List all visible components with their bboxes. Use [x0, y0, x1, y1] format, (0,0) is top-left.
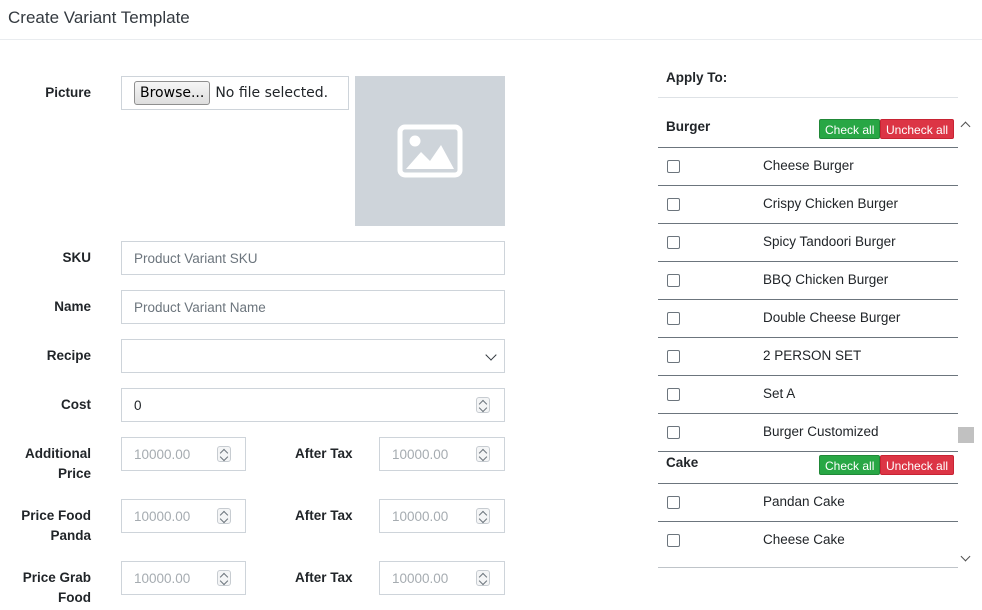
uncheck-all-button[interactable]: Uncheck all [880, 119, 955, 139]
additional-price-value: 10000.00 [134, 446, 191, 462]
picture-label: Picture [45, 85, 91, 100]
group-name: Burger [666, 119, 711, 134]
price-food-panda-label: Price Food Panda [0, 506, 91, 546]
browse-button[interactable]: Browse... [134, 81, 211, 105]
item-checkbox[interactable] [667, 198, 680, 211]
additional-price-label-line2: Price [57, 466, 91, 481]
cost-value: 0 [134, 397, 142, 413]
additional-after-tax-input[interactable]: 10000.00 [379, 437, 505, 471]
item-name: Spicy Tandoori Burger [763, 234, 896, 249]
item-name: Pandan Cake [763, 494, 845, 509]
grab-food-after-tax-input[interactable]: 10000.00 [379, 561, 505, 595]
group-header: Burger Check all Uncheck all [658, 116, 958, 148]
cost-label: Cost [61, 397, 91, 412]
grab-food-after-tax-value: 10000.00 [392, 570, 449, 586]
page-title: Create Variant Template [8, 8, 190, 27]
group-header: Cake Check all Uncheck all [658, 452, 958, 484]
item-name: Crispy Chicken Burger [763, 196, 899, 211]
item-checkbox[interactable] [667, 160, 680, 173]
check-all-button[interactable]: Check all [819, 119, 881, 139]
apply-to-scrollbar[interactable] [958, 116, 974, 568]
apply-to-divider [658, 97, 958, 98]
item-name: 2 PERSON SET [763, 348, 862, 363]
spinner-icon[interactable] [217, 508, 231, 524]
item-name: Set A [763, 386, 796, 401]
scroll-up-icon[interactable] [960, 121, 971, 132]
grab-food-after-tax-label: After Tax [295, 570, 353, 585]
item-checkbox[interactable] [667, 388, 680, 401]
price-food-panda-value: 10000.00 [134, 508, 191, 524]
list-item[interactable]: Set A [658, 376, 958, 414]
group-name: Cake [666, 455, 699, 470]
item-name: BBQ Chicken Burger [763, 272, 889, 287]
list-item[interactable]: 2 PERSON SET [658, 338, 958, 376]
price-food-panda-input[interactable]: 10000.00 [121, 499, 246, 533]
additional-after-tax-value: 10000.00 [392, 446, 449, 462]
list-item[interactable]: BBQ Chicken Burger [658, 262, 958, 300]
list-item[interactable]: Burger Customized [658, 414, 958, 452]
item-checkbox[interactable] [667, 496, 680, 509]
spinner-icon[interactable] [476, 397, 490, 413]
chevron-down-icon [485, 349, 497, 361]
additional-after-tax-label: After Tax [295, 446, 353, 461]
picture-file-input[interactable]: Browse... No file selected. [121, 76, 349, 110]
additional-price-label-line1: Additional [25, 446, 91, 461]
recipe-select[interactable] [121, 339, 505, 373]
list-item[interactable]: Crispy Chicken Burger [658, 186, 958, 224]
uncheck-all-button[interactable]: Uncheck all [880, 455, 955, 475]
list-item[interactable]: Double Cheese Burger [658, 300, 958, 338]
list-item[interactable]: Spicy Tandoori Burger [658, 224, 958, 262]
list-item[interactable]: Cheese Burger [658, 148, 958, 186]
price-grab-food-value: 10000.00 [134, 570, 191, 586]
image-icon [397, 124, 463, 178]
picture-preview [355, 76, 505, 226]
item-name: Cheese Cake [763, 532, 845, 547]
spinner-icon[interactable] [217, 446, 231, 462]
list-item[interactable]: Pandan Cake [658, 484, 958, 522]
item-checkbox[interactable] [667, 236, 680, 249]
name-input[interactable]: Product Variant Name [121, 290, 505, 324]
sku-label: SKU [62, 250, 91, 265]
recipe-label: Recipe [46, 348, 91, 363]
price-grab-food-input[interactable]: 10000.00 [121, 561, 246, 595]
spinner-icon[interactable] [476, 570, 490, 586]
scroll-down-icon[interactable] [960, 551, 971, 562]
list-item[interactable]: Cheese Cake [658, 522, 958, 560]
item-checkbox[interactable] [667, 534, 680, 547]
cost-input[interactable]: 0 [121, 388, 505, 422]
item-checkbox[interactable] [667, 274, 680, 287]
food-panda-after-tax-label: After Tax [295, 508, 353, 523]
food-panda-after-tax-value: 10000.00 [392, 508, 449, 524]
item-name: Burger Customized [763, 424, 879, 439]
name-label: Name [54, 299, 91, 314]
price-food-panda-label-line1: Price Food [21, 508, 91, 523]
item-checkbox[interactable] [667, 426, 680, 439]
sku-input[interactable]: Product Variant SKU [121, 241, 505, 275]
check-all-button[interactable]: Check all [819, 455, 881, 475]
item-checkbox[interactable] [667, 350, 680, 363]
price-food-panda-label-line2: Panda [50, 528, 91, 543]
additional-price-input[interactable]: 10000.00 [121, 437, 246, 471]
item-checkbox[interactable] [667, 312, 680, 325]
apply-to-list[interactable]: Burger Check all Uncheck all Cheese Burger C… [658, 116, 958, 568]
price-grab-food-label-line1: Price Grab [22, 570, 91, 585]
price-grab-food-label-line2: Food [58, 590, 91, 605]
scroll-thumb[interactable] [958, 427, 974, 443]
title-divider [0, 39, 982, 40]
spinner-icon[interactable] [476, 508, 490, 524]
spinner-icon[interactable] [476, 446, 490, 462]
file-status-text: No file selected. [215, 85, 329, 101]
item-name: Double Cheese Burger [763, 310, 901, 325]
apply-to-title: Apply To: [666, 70, 728, 85]
item-name: Cheese Burger [763, 158, 854, 173]
price-grab-food-label: Price Grab Food [0, 568, 91, 608]
spinner-icon[interactable] [217, 570, 231, 586]
additional-price-label: Additional Price [0, 444, 91, 484]
food-panda-after-tax-input[interactable]: 10000.00 [379, 499, 505, 533]
